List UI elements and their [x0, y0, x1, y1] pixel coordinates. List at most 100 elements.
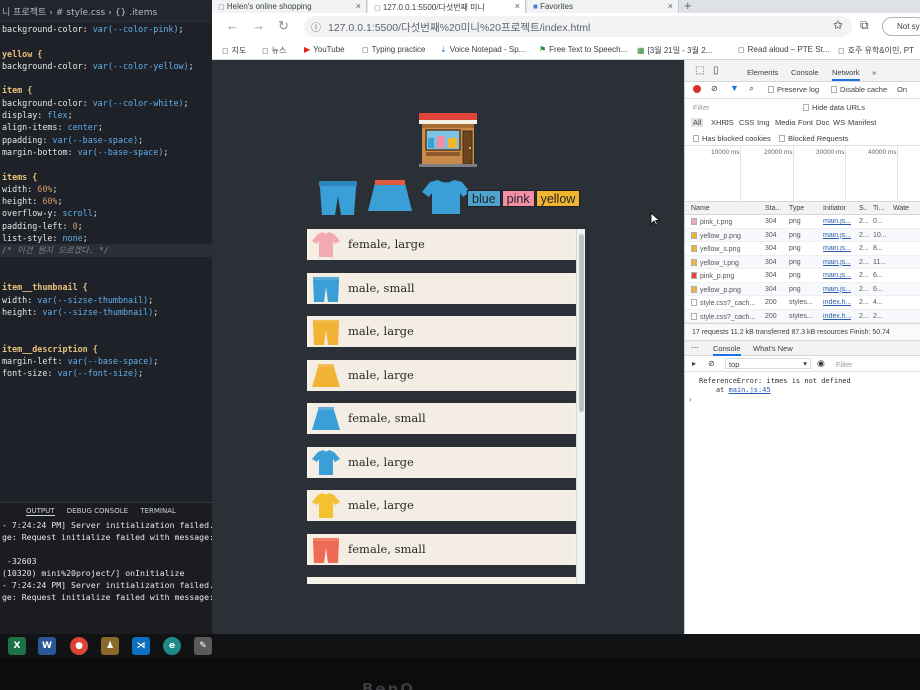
- search-icon[interactable]: ⌕: [749, 83, 754, 94]
- blocked-requests-checkbox[interactable]: Blocked Requests: [779, 134, 848, 143]
- table-row[interactable]: yellow_p.png 304 png main.js... 2... 6...: [685, 282, 920, 296]
- list-item[interactable]: female, small: [307, 533, 585, 577]
- list-item[interactable]: male, small: [307, 272, 585, 316]
- table-cell[interactable]: main.js...: [823, 218, 851, 225]
- tshirt-filter-button[interactable]: [422, 180, 470, 214]
- table-cell[interactable]: main.js...: [823, 259, 851, 266]
- column-time[interactable]: Ti...: [873, 205, 884, 212]
- close-icon[interactable]: ×: [668, 1, 673, 11]
- tab-terminal[interactable]: TERMINAL: [140, 507, 176, 515]
- list-item[interactable]: male, large: [307, 490, 585, 534]
- drawer-tab-console[interactable]: Console: [713, 344, 741, 356]
- tab-output[interactable]: OUTPUT: [26, 507, 55, 516]
- tab-debug-console[interactable]: DEBUG CONSOLE: [67, 507, 128, 515]
- bookmark-item[interactable]: ▦ [3월 21일 - 3월 2...: [637, 45, 712, 56]
- list-item[interactable]: male, large: [307, 316, 585, 360]
- favorites-icon[interactable]: ✩: [833, 18, 843, 32]
- type-filter-media[interactable]: Media: [775, 118, 795, 127]
- bookmark-item[interactable]: ▶ YouTube: [304, 45, 345, 54]
- items-scrollbar[interactable]: [576, 229, 585, 584]
- collections-icon[interactable]: ⧉: [860, 18, 869, 33]
- chrome-icon[interactable]: ●: [70, 637, 88, 655]
- breadcrumb-part[interactable]: 니 프로젝트: [2, 8, 46, 18]
- disable-cache-checkbox[interactable]: Disable cache: [831, 85, 887, 94]
- breadcrumb-part[interactable]: ›: [49, 8, 53, 18]
- breadcrumb-part[interactable]: .items: [129, 8, 157, 18]
- breadcrumb-part[interactable]: style.css: [66, 8, 105, 18]
- table-row[interactable]: style.css?_cach... 200 styles... index.h...…: [685, 309, 920, 323]
- eye-icon[interactable]: ◉: [817, 358, 825, 369]
- table-row[interactable]: yellow_t.png 304 png main.js... 2... 11...: [685, 255, 920, 269]
- more-tabs-icon[interactable]: »: [872, 68, 876, 77]
- table-row[interactable]: yellow_p.png 304 png main.js... 2... 10...: [685, 228, 920, 242]
- table-row[interactable]: pink_p.png 304 png main.js... 2... 6...: [685, 269, 920, 283]
- preserve-log-checkbox[interactable]: Preserve log: [768, 85, 819, 94]
- column-type[interactable]: Type: [789, 205, 804, 212]
- type-filter-doc[interactable]: Doc: [816, 118, 829, 127]
- site-info-icon[interactable]: ⓘ: [311, 19, 321, 34]
- console-prompt[interactable]: ›: [685, 395, 920, 404]
- tab-console[interactable]: Console: [791, 68, 819, 77]
- reload-icon[interactable]: ↻: [278, 18, 289, 34]
- blocked-cookies-checkbox[interactable]: Has blocked cookies: [693, 134, 771, 143]
- bookmark-item[interactable]: ◻ 뉴스: [262, 45, 286, 56]
- bookmark-item[interactable]: ◻ Read aloud – PTE St...: [738, 45, 829, 54]
- scrollbar-thumb[interactable]: [579, 234, 584, 412]
- bookmark-item[interactable]: ⚑ Free Text to Speech...: [539, 45, 627, 54]
- excel-icon[interactable]: X: [8, 637, 26, 655]
- list-item[interactable]: male, large: [307, 359, 585, 403]
- list-item[interactable]: male, large: [307, 446, 585, 490]
- code-editor[interactable]: background-color: var(--color-pink); yell…: [0, 22, 212, 380]
- table-cell[interactable]: main.js...: [823, 245, 851, 252]
- filter-icon[interactable]: ▼: [730, 83, 739, 93]
- inspect-element-icon[interactable]: ⬚: [695, 65, 704, 76]
- skirt-filter-button[interactable]: [368, 180, 412, 211]
- sidebar-toggle-icon[interactable]: ▸: [692, 359, 696, 368]
- tab-elements[interactable]: Elements: [747, 68, 778, 77]
- table-cell[interactable]: main.js...: [823, 272, 851, 279]
- forward-arrow-icon[interactable]: →: [252, 18, 265, 33]
- clear-console-icon[interactable]: ⊘: [708, 359, 715, 368]
- word-icon[interactable]: W: [38, 637, 56, 655]
- bookmark-item[interactable]: ◻ 지도: [222, 45, 246, 56]
- hide-data-urls-checkbox[interactable]: Hide data URLs: [803, 103, 865, 112]
- browser-tab-localhost[interactable]: ◻ 127.0.0.1:5500/다섯번째 미니 ×: [368, 0, 526, 13]
- type-filter-font[interactable]: Font: [798, 118, 813, 127]
- table-cell[interactable]: main.js...: [823, 232, 851, 239]
- profile-button[interactable]: Not syn: [882, 17, 920, 36]
- column-status[interactable]: Sta...: [765, 205, 781, 212]
- paint-icon[interactable]: ✎: [194, 637, 212, 655]
- bookmark-item[interactable]: ◻ 호주 유학&이민, PT: [838, 45, 914, 56]
- tab-network[interactable]: Network: [832, 68, 860, 81]
- pink-filter-button[interactable]: pink: [501, 190, 535, 207]
- bookmark-item[interactable]: ⇣ Voice Notepad - Sp...: [440, 45, 525, 54]
- throttling-select[interactable]: On: [897, 85, 907, 94]
- vscode-icon[interactable]: ⋊: [132, 637, 150, 655]
- yellow-filter-button[interactable]: yellow: [535, 190, 581, 207]
- browser-tab-favorites[interactable]: ■ Favorites ×: [527, 0, 679, 13]
- list-item[interactable]: female, small: [307, 403, 585, 447]
- items-list[interactable]: female, large male, small male, large male,…: [307, 229, 585, 584]
- error-source-link[interactable]: main.js:45: [729, 386, 771, 394]
- table-row[interactable]: pink_t.png 304 png main.js... 2... 0...: [685, 215, 920, 229]
- network-timeline[interactable]: 10000 ms 20000 ms 30000 ms 40000 ms: [685, 146, 920, 202]
- edge-icon[interactable]: e: [163, 637, 181, 655]
- table-cell[interactable]: index.h...: [823, 313, 851, 320]
- browser-tab-helens-shop[interactable]: ◻ Helen's online shopping ×: [212, 0, 367, 13]
- pants-filter-button[interactable]: [319, 181, 357, 215]
- type-filter-all[interactable]: All: [691, 118, 704, 127]
- column-name[interactable]: Name: [691, 205, 710, 212]
- table-cell[interactable]: index.h...: [823, 299, 851, 306]
- bookmark-item[interactable]: ◻ Typing practice: [362, 45, 425, 54]
- new-tab-button[interactable]: +: [684, 0, 692, 13]
- device-toolbar-icon[interactable]: ▯: [713, 65, 719, 76]
- column-waterfall[interactable]: Wate: [893, 205, 909, 212]
- drawer-tab-whats-new[interactable]: What's New: [753, 344, 793, 353]
- table-cell[interactable]: main.js...: [823, 286, 851, 293]
- close-icon[interactable]: ×: [356, 1, 361, 11]
- console-filter-input[interactable]: Filter: [836, 360, 853, 369]
- list-item[interactable]: female, large: [307, 229, 585, 273]
- network-filter-input[interactable]: Filter: [693, 103, 710, 112]
- type-filter-js[interactable]: JS: [725, 118, 734, 127]
- breadcrumb-part[interactable]: {}: [115, 8, 126, 18]
